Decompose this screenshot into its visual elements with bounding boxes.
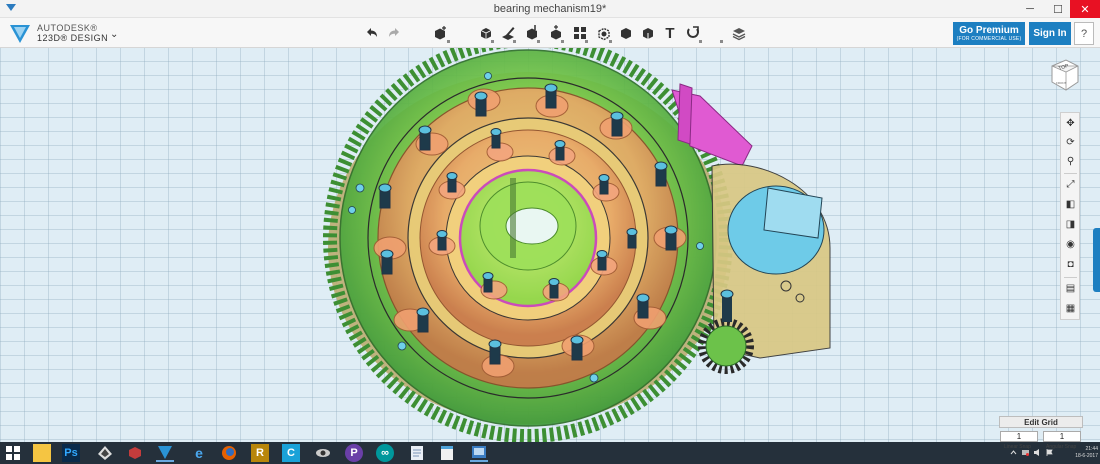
- start-icon[interactable]: [4, 444, 22, 462]
- help-button[interactable]: ?: [1074, 22, 1094, 45]
- angular-snap-label: Angular Snap: [1046, 444, 1077, 450]
- chevron-down-icon[interactable]: ⌄: [110, 29, 118, 40]
- toolbar-separator: [720, 40, 723, 43]
- screenshot-icon[interactable]: [470, 444, 488, 462]
- toolbar-separator: [585, 40, 588, 43]
- material-icon[interactable]: [729, 23, 749, 43]
- redo-icon[interactable]: [384, 23, 404, 43]
- zoom-icon[interactable]: ⚲: [1063, 154, 1078, 169]
- clock-date: 18-6-2017: [1075, 453, 1098, 459]
- firefox-icon[interactable]: [220, 444, 238, 462]
- angular-snap-input[interactable]: 1: [1043, 431, 1081, 442]
- edit-grid-button[interactable]: Edit Grid: [999, 416, 1083, 428]
- revit-icon[interactable]: R: [251, 444, 269, 462]
- sketchup-icon[interactable]: [126, 444, 144, 462]
- inkscape-icon[interactable]: [96, 444, 114, 462]
- bearing-model[interactable]: [0, 48, 1100, 442]
- maximize-button[interactable]: ☐: [1044, 0, 1072, 18]
- arduino-icon[interactable]: ∞: [376, 444, 394, 462]
- brand-line-1: AUTODESK®: [37, 23, 98, 33]
- view-cube-icon[interactable]: TOP FRONT: [1048, 58, 1082, 92]
- toolbar-separator: [609, 40, 612, 43]
- camera-icon[interactable]: ◘: [1063, 257, 1078, 272]
- brand[interactable]: AUTODESK® 123D® DESIGN: [37, 23, 108, 43]
- fit-icon[interactable]: ⤢: [1063, 177, 1078, 192]
- nav-separator: [1064, 173, 1077, 174]
- undo-icon[interactable]: [362, 23, 382, 43]
- autodesk-logo-icon[interactable]: [8, 21, 32, 45]
- materials-icon[interactable]: ◨: [1063, 217, 1078, 232]
- toolbar-separator: [561, 40, 564, 43]
- toolbar-separator: [699, 40, 702, 43]
- orbit-icon[interactable]: ⟳: [1063, 135, 1078, 150]
- photoshop-icon[interactable]: Ps: [62, 444, 80, 462]
- sign-in-button[interactable]: Sign In: [1029, 22, 1071, 45]
- view-cube-front-label: FRONT: [1056, 81, 1066, 85]
- display-icon[interactable]: ▤: [1063, 281, 1078, 296]
- windows-taskbar: Ps e R C P ∞ 21:44 18-6-2017: [0, 442, 1100, 464]
- text-icon[interactable]: T: [660, 23, 680, 43]
- document-icon[interactable]: [408, 444, 426, 462]
- toolbar-separator: [491, 40, 494, 43]
- side-panel-tab[interactable]: [1093, 228, 1100, 292]
- network-icon[interactable]: [1022, 449, 1029, 456]
- pspad-icon[interactable]: P: [345, 444, 363, 462]
- premium-label: Go Premium: [959, 25, 1019, 36]
- eye-app-icon[interactable]: [314, 444, 332, 462]
- go-premium-button[interactable]: Go Premium (FOR COMMERCIAL USE): [953, 22, 1025, 45]
- volume-icon[interactable]: [1034, 449, 1041, 456]
- toolbar-separator: [537, 40, 540, 43]
- view-cube-toggle-icon[interactable]: ◧: [1063, 197, 1078, 212]
- window-title: bearing mechanism19*: [493, 3, 607, 15]
- main-toolbar: AUTODESK® 123D® DESIGN ⌄ T Go Premium (F…: [0, 18, 1100, 48]
- viewport-canvas[interactable]: TOP FRONT ✥ ⟳ ⚲ ⤢ ◧ ◨ ◉ ◘ ▤ ▦: [0, 48, 1100, 442]
- ccleaner-icon[interactable]: C: [282, 444, 300, 462]
- nav-separator: [1064, 277, 1077, 278]
- title-bar: bearing mechanism19* ─ ☐ ✕: [0, 0, 1100, 18]
- measure-icon[interactable]: [638, 23, 658, 43]
- file-explorer-icon[interactable]: [33, 444, 51, 462]
- combine-icon[interactable]: [616, 23, 636, 43]
- navigation-bar: ✥ ⟳ ⚲ ⤢ ◧ ◨ ◉ ◘ ▤ ▦: [1060, 112, 1080, 320]
- toolbar-separator: [447, 40, 450, 43]
- toolbar-separator: [513, 40, 516, 43]
- pan-icon[interactable]: ✥: [1063, 116, 1078, 131]
- brand-line-2: 123D® DESIGN: [37, 33, 109, 43]
- linear-snap-label: Linear Snap: [1004, 444, 1031, 450]
- internet-explorer-icon[interactable]: e: [190, 444, 208, 462]
- minimize-button[interactable]: ─: [1016, 0, 1044, 18]
- grid-icon[interactable]: ▦: [1063, 301, 1078, 316]
- notepad-icon[interactable]: [438, 444, 456, 462]
- premium-sublabel: (FOR COMMERCIAL USE): [956, 36, 1022, 42]
- autodesk-123d-icon[interactable]: [156, 444, 174, 462]
- tray-expand-icon[interactable]: [1010, 449, 1017, 456]
- close-button[interactable]: ✕: [1070, 0, 1100, 18]
- linear-snap-input[interactable]: 1: [1000, 431, 1038, 442]
- visibility-icon[interactable]: ◉: [1063, 237, 1078, 252]
- flag-icon[interactable]: [1046, 449, 1053, 456]
